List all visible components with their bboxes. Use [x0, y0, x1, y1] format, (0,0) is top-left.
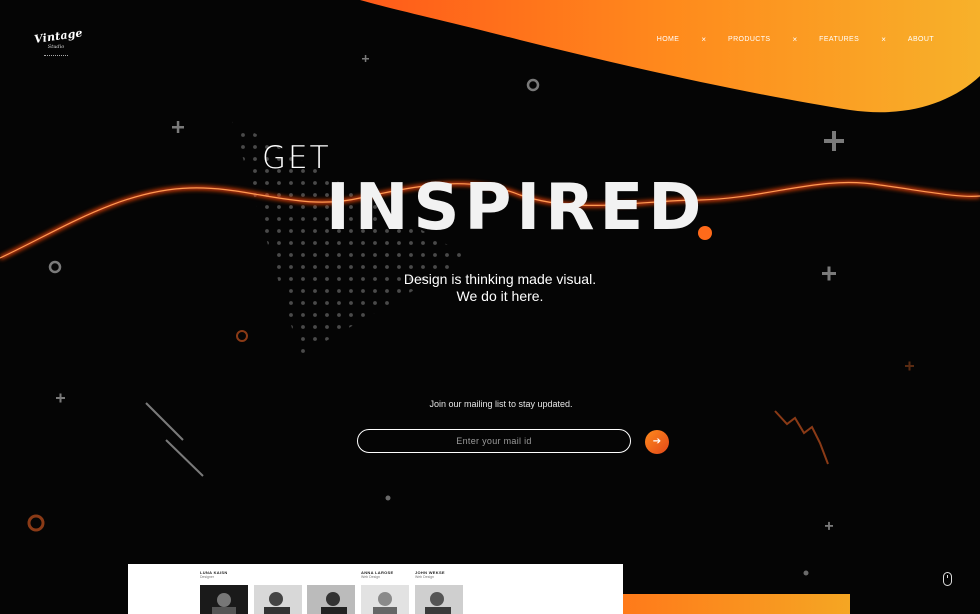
- team-card[interactable]: JOHN WEKSE Web Design: [415, 564, 469, 614]
- nav-item-about[interactable]: ABOUT: [908, 36, 934, 43]
- mailing-list-label: Join our mailing list to stay updated.: [429, 399, 573, 409]
- preview-accent-strip: [623, 594, 850, 614]
- background-decoration: [0, 0, 980, 590]
- logo-subtitle: Studio: [47, 44, 65, 50]
- team-member-photo: [307, 585, 355, 614]
- tagline-line2: We do it here.: [456, 288, 544, 304]
- mouse-scroll-icon[interactable]: [943, 572, 952, 586]
- subscribe-button[interactable]: ➔: [645, 430, 669, 454]
- team-member-role: Web Design: [415, 575, 435, 579]
- hero-heading-line1: GET: [262, 140, 331, 176]
- nav-item-features[interactable]: FEATURES: [819, 36, 859, 43]
- nav-separator-icon: ×: [792, 35, 798, 44]
- email-input[interactable]: [357, 429, 631, 453]
- main-nav: HOME × PRODUCTS × FEATURES × ABOUT: [657, 35, 934, 44]
- team-member-photo: [361, 585, 409, 614]
- team-member-photo: [254, 585, 302, 614]
- logo-divider: [44, 53, 68, 56]
- hero-accent-dot: [698, 226, 712, 240]
- nav-item-home[interactable]: HOME: [657, 36, 680, 43]
- arrow-right-icon: ➔: [652, 436, 662, 447]
- tagline-line1: Design is thinking made visual.: [403, 271, 597, 287]
- nav-separator-icon: ×: [881, 35, 886, 44]
- nav-separator-icon: ×: [701, 35, 707, 44]
- team-member-role: Designer: [200, 575, 215, 579]
- team-card[interactable]: LUNA KAISN Designer: [200, 564, 254, 614]
- orange-gradient-blob: [360, 0, 980, 113]
- team-card[interactable]: ANNA LAROSE Web Design: [361, 564, 415, 614]
- team-member-role: Web Design: [361, 575, 381, 579]
- team-member-photo: [415, 585, 463, 614]
- team-preview-panel: LUNA KAISN Designer ANNA LAROSE Web Desi…: [128, 564, 623, 614]
- team-member-photo: [200, 585, 248, 614]
- nav-item-products[interactable]: PRODUCTS: [728, 36, 770, 43]
- brand-logo[interactable]: Vintage Studio: [33, 26, 83, 58]
- hero-heading-line2: INSPIRED: [326, 171, 707, 245]
- hero-tagline: Design is thinking made visual. We do it…: [380, 271, 620, 305]
